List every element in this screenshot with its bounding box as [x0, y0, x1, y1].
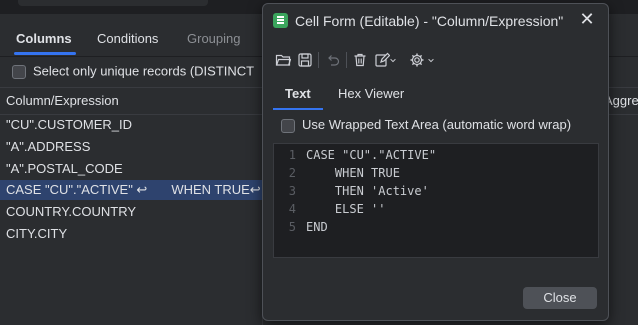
- chevron-down-icon[interactable]: [387, 50, 397, 70]
- tab-grouping[interactable]: Grouping: [187, 26, 240, 52]
- cell-form-dialog: Cell Form (Editable) - "Column/Expressio…: [262, 3, 609, 321]
- code-line: END: [306, 220, 328, 234]
- chevron-down-icon[interactable]: [425, 50, 435, 70]
- tab-text[interactable]: Text: [273, 84, 323, 110]
- app-icon: [273, 13, 288, 29]
- settings-icon[interactable]: [407, 50, 427, 70]
- dialog-title-bar: Cell Form (Editable) - "Column/Expressio…: [273, 11, 563, 29]
- toolbar-separator: [318, 52, 319, 68]
- table-row[interactable]: "CU".CUSTOMER_ID: [0, 115, 262, 135]
- code-line: ELSE '': [306, 202, 386, 216]
- line-gutter: 1 2 3 4 5: [274, 144, 302, 257]
- save-icon[interactable]: [295, 50, 315, 70]
- table-row-selected[interactable]: CASE "CU"."ACTIVE" ↩ WHEN TRUE↩: [0, 180, 262, 200]
- row-text: COUNTRY.COUNTRY: [6, 204, 137, 219]
- aggregate-header[interactable]: Aggre: [604, 93, 638, 108]
- dialog-title: Cell Form (Editable) - "Column/Expressio…: [295, 12, 564, 29]
- tab-columns[interactable]: Columns: [14, 26, 76, 55]
- row-text: CITY.CITY: [6, 226, 68, 241]
- line-number: 3: [288, 184, 296, 198]
- tab-conditions[interactable]: Conditions: [97, 26, 158, 52]
- dialog-tabs: Text Hex Viewer: [273, 84, 598, 110]
- code-editor[interactable]: 1 2 3 4 5 CASE "CU"."ACTIVE" WHEN TRUE T…: [273, 143, 599, 258]
- table-row[interactable]: "A".POSTAL_CODE: [0, 159, 262, 179]
- row-text-continuation: WHEN TRUE↩: [171, 182, 261, 197]
- table-row[interactable]: "A".ADDRESS: [0, 137, 262, 157]
- table-row[interactable]: COUNTRY.COUNTRY: [0, 202, 262, 222]
- tab-hex-viewer[interactable]: Hex Viewer: [338, 84, 404, 104]
- row-text: CASE "CU"."ACTIVE" ↩: [6, 182, 148, 197]
- line-number: 2: [288, 166, 296, 180]
- distinct-checkbox[interactable]: [12, 64, 26, 79]
- wrap-checkbox[interactable]: [281, 118, 295, 133]
- wrap-label: Use Wrapped Text Area (automatic word wr…: [302, 117, 572, 132]
- table-row[interactable]: CITY.CITY: [0, 224, 262, 244]
- code-line: THEN 'Active': [306, 184, 429, 198]
- close-button[interactable]: Close: [523, 287, 597, 309]
- delete-icon[interactable]: [350, 50, 370, 70]
- close-icon[interactable]: ✕: [578, 10, 596, 28]
- distinct-option[interactable]: Select only unique records (DISTINCT: [12, 63, 254, 79]
- row-text: "CU".CUSTOMER_ID: [6, 117, 133, 132]
- column-expression-header[interactable]: Column/Expression: [6, 93, 119, 108]
- wrap-option[interactable]: Use Wrapped Text Area (automatic word wr…: [281, 117, 571, 133]
- query-tabs: Columns Conditions Grouping: [0, 26, 270, 55]
- top-strip-shadow: [18, 0, 208, 6]
- code-line: CASE "CU"."ACTIVE": [306, 148, 437, 162]
- row-text: "A".POSTAL_CODE: [6, 161, 123, 176]
- distinct-label: Select only unique records (DISTINCT: [33, 63, 255, 79]
- open-folder-icon[interactable]: [273, 50, 293, 70]
- line-number: 1: [288, 148, 296, 162]
- toolbar-separator: [346, 52, 347, 68]
- row-text: "A".ADDRESS: [6, 139, 91, 154]
- line-number: 4: [288, 202, 296, 216]
- undo-icon[interactable]: [323, 50, 343, 70]
- line-number: 5: [288, 220, 296, 234]
- code-line: WHEN TRUE: [306, 166, 400, 180]
